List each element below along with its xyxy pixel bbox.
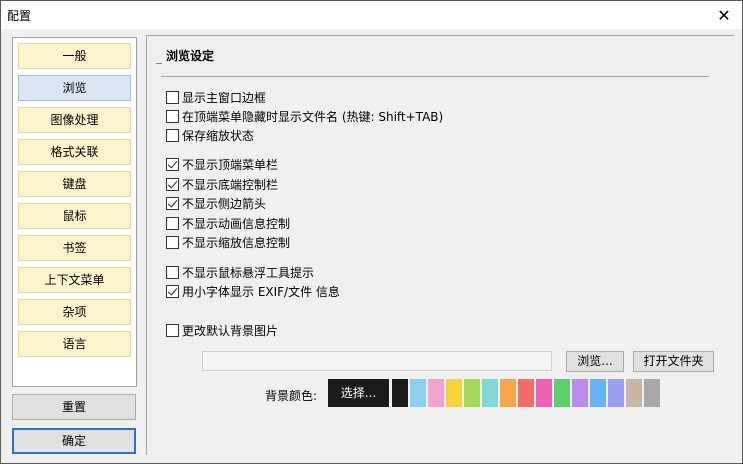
option-change-bg-image[interactable]: 更改默认背景图片 — [166, 322, 278, 338]
option-hide-tooltips[interactable]: 不显示鼠标悬浮工具提示 — [166, 264, 314, 280]
color-swatch[interactable] — [482, 379, 498, 407]
nav-item-language[interactable]: 语言 — [18, 331, 131, 357]
open-folder-button[interactable]: 打开文件夹 — [633, 351, 714, 372]
option-label: 不显示底端控制栏 — [182, 177, 279, 192]
settings-panel: 浏览设定 显示主窗口边框 在顶端菜单隐藏时显示文件名 (热键: Shift+TA… — [146, 35, 734, 455]
color-swatch[interactable] — [554, 379, 570, 407]
color-swatch[interactable] — [410, 379, 426, 407]
nav-item-context-menu[interactable]: 上下文菜单 — [18, 267, 131, 293]
checkbox[interactable] — [166, 265, 179, 279]
option-label: 显示主窗口边框 — [182, 90, 267, 105]
nav-item-image-processing[interactable]: 图像处理 — [18, 107, 131, 133]
checkbox[interactable] — [166, 128, 179, 142]
close-button[interactable]: ✕ — [706, 1, 742, 29]
option-label: 在顶端菜单隐藏时显示文件名 (热键: Shift+TAB) — [182, 109, 444, 124]
category-list: 一般 浏览 图像处理 格式关联 键盘 鼠标 书签 上下文菜单 杂项 语言 — [12, 37, 137, 387]
checkbox[interactable] — [166, 177, 179, 191]
checkbox[interactable] — [166, 235, 179, 249]
bg-color-label: 背景颜色: — [265, 389, 318, 403]
nav-item-mouse[interactable]: 鼠标 — [18, 203, 131, 229]
nav-item-general[interactable]: 一般 — [18, 43, 131, 69]
bg-image-path-input[interactable] — [202, 351, 552, 371]
option-label: 不显示鼠标悬浮工具提示 — [182, 265, 315, 280]
checkbox[interactable] — [166, 157, 179, 171]
option-label: 不显示缩放信息控制 — [182, 235, 291, 250]
option-label: 不显示动画信息控制 — [182, 216, 291, 231]
reset-button[interactable]: 重置 — [12, 394, 136, 420]
color-swatch[interactable] — [608, 379, 624, 407]
color-swatch[interactable] — [446, 379, 462, 407]
color-swatch[interactable] — [590, 379, 606, 407]
checkbox[interactable] — [166, 109, 179, 123]
option-hide-side-arrows[interactable]: 不显示侧边箭头 — [166, 195, 266, 211]
section-divider — [161, 76, 709, 77]
checkbox[interactable] — [166, 196, 179, 210]
option-show-filename[interactable]: 在顶端菜单隐藏时显示文件名 (热键: Shift+TAB) — [166, 108, 443, 124]
option-label: 保存缩放状态 — [182, 128, 255, 143]
checkbox[interactable] — [166, 90, 179, 104]
nav-item-bookmarks[interactable]: 书签 — [18, 235, 131, 261]
checkbox[interactable] — [166, 284, 179, 298]
browse-button[interactable]: 浏览... — [566, 351, 624, 372]
option-label: 不显示侧边箭头 — [182, 196, 267, 211]
title-bar: 配置 ✕ — [1, 1, 742, 29]
color-swatch[interactable] — [572, 379, 588, 407]
color-swatch[interactable] — [626, 379, 642, 407]
checkbox[interactable] — [166, 323, 179, 337]
option-hide-zoom-info[interactable]: 不显示缩放信息控制 — [166, 234, 290, 250]
nav-item-browse[interactable]: 浏览 — [18, 75, 131, 101]
ok-button[interactable]: 确定 — [12, 428, 136, 454]
option-save-zoom[interactable]: 保存缩放状态 — [166, 127, 254, 143]
color-swatch[interactable] — [518, 379, 534, 407]
nav-item-format-association[interactable]: 格式关联 — [18, 139, 131, 165]
config-window: 配置 ✕ 一般 浏览 图像处理 格式关联 键盘 鼠标 书签 上下文菜单 杂项 语… — [0, 0, 743, 464]
nav-item-misc[interactable]: 杂项 — [18, 299, 131, 325]
option-label: 更改默认背景图片 — [182, 323, 279, 338]
checkbox[interactable] — [166, 216, 179, 230]
color-swatch[interactable] — [644, 379, 660, 407]
color-swatch[interactable] — [500, 379, 516, 407]
close-icon: ✕ — [717, 5, 731, 25]
option-label: 不显示顶端菜单栏 — [182, 157, 279, 172]
option-hide-bottom-bar[interactable]: 不显示底端控制栏 — [166, 176, 278, 192]
option-show-border[interactable]: 显示主窗口边框 — [166, 89, 266, 105]
color-swatch[interactable] — [428, 379, 444, 407]
choose-color-button[interactable]: 选择... — [328, 379, 389, 407]
window-title: 配置 — [7, 9, 32, 23]
color-swatch[interactable] — [392, 379, 408, 407]
section-title: 浏览设定 — [166, 49, 215, 63]
color-swatch[interactable] — [536, 379, 552, 407]
divider-mark — [156, 63, 162, 64]
nav-item-keyboard[interactable]: 键盘 — [18, 171, 131, 197]
option-hide-animation-info[interactable]: 不显示动画信息控制 — [166, 215, 290, 231]
option-label: 用小字体显示 EXIF/文件 信息 — [182, 284, 340, 299]
option-small-exif-font[interactable]: 用小字体显示 EXIF/文件 信息 — [166, 283, 340, 299]
color-swatch[interactable] — [464, 379, 480, 407]
option-hide-top-menu[interactable]: 不显示顶端菜单栏 — [166, 156, 278, 172]
